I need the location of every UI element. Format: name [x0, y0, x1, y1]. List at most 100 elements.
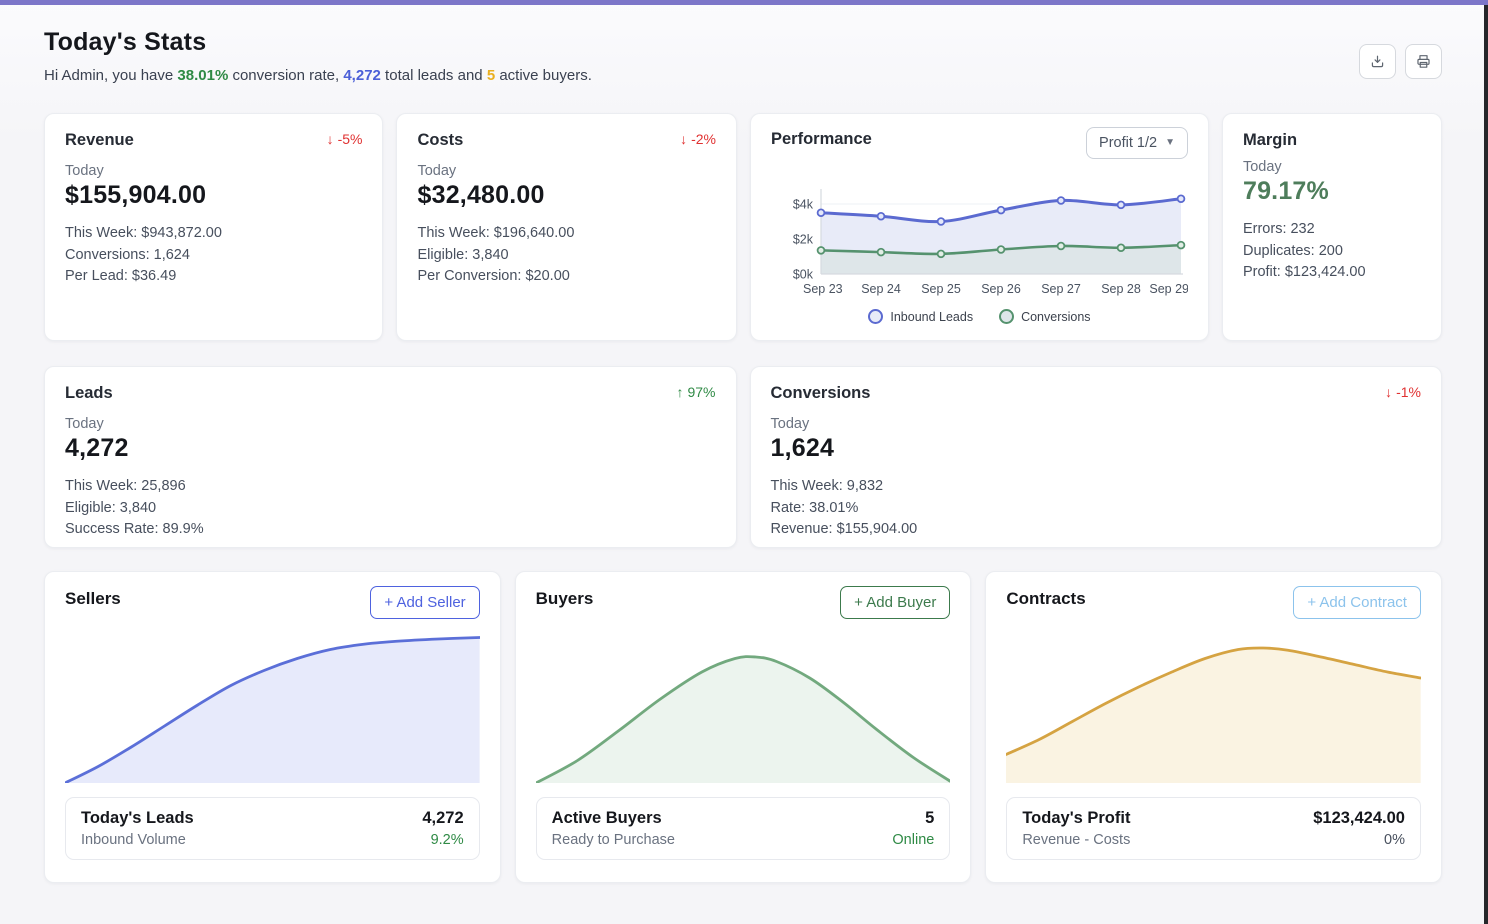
subtitle-text: active buyers.: [495, 67, 592, 84]
detail-line: Errors: 232: [1243, 219, 1421, 241]
conversions-change-badge: ↓-1%: [1385, 384, 1421, 400]
contracts-card-title: Contracts: [1006, 589, 1085, 609]
top-accent-bar: [0, 0, 1488, 5]
costs-card-title: Costs: [417, 131, 463, 150]
dashboard: Today's Stats Hi Admin, you have 38.01% …: [0, 0, 1488, 883]
svg-text:Sep 25: Sep 25: [921, 282, 961, 296]
stats-row-2: Leads ↑97% Today 4,272 This Week: 25,896…: [44, 366, 1442, 548]
summary-subvalue: Online: [892, 832, 934, 848]
margin-today-value: 79.17%: [1243, 177, 1421, 206]
detail-line: Eligible: 3,840: [65, 498, 716, 520]
badge-value: -2%: [691, 131, 716, 147]
detail-line: Eligible: 3,840: [417, 245, 715, 267]
header-actions: [1359, 44, 1442, 79]
conversion-rate-value: 38.01%: [177, 67, 228, 84]
leads-change-badge: ↑97%: [676, 384, 715, 400]
print-icon: [1415, 53, 1432, 70]
detail-line: Conversions: 1,624: [65, 245, 362, 267]
summary-subvalue: 9.2%: [431, 832, 464, 848]
svg-text:$0k: $0k: [793, 268, 814, 282]
svg-text:Sep 24: Sep 24: [861, 282, 901, 296]
leads-card: Leads ↑97% Today 4,272 This Week: 25,896…: [44, 366, 737, 548]
buyers-summary: Active Buyers 5 Ready to Purchase Online: [536, 797, 951, 860]
detail-line: This Week: $943,872.00: [65, 223, 362, 245]
arrow-down-icon: ↓: [327, 131, 334, 147]
legend-label: Conversions: [1021, 310, 1090, 324]
costs-details: This Week: $196,640.00 Eligible: 3,840 P…: [417, 223, 715, 288]
buyers-card-title: Buyers: [536, 589, 594, 609]
detail-line: Profit: $123,424.00: [1243, 262, 1421, 284]
period-label: Today: [1243, 159, 1421, 175]
badge-value: 97%: [687, 384, 715, 400]
subtitle-text: total leads and: [381, 67, 487, 84]
conversions-card-title: Conversions: [771, 384, 871, 403]
detail-line: This Week: $196,640.00: [417, 223, 715, 245]
chevron-down-icon: ▼: [1165, 138, 1175, 148]
margin-card: Margin Today 79.17% Errors: 232 Duplicat…: [1222, 113, 1442, 341]
stats-row-3: Sellers + Add Seller Today's Leads 4,272…: [44, 571, 1442, 883]
sellers-summary: Today's Leads 4,272 Inbound Volume 9.2%: [65, 797, 480, 860]
detail-line: Duplicates: 200: [1243, 241, 1421, 263]
download-button[interactable]: [1359, 44, 1396, 79]
total-leads-value: 4,272: [343, 67, 381, 84]
dropdown-label: Profit 1/2: [1099, 135, 1157, 151]
leads-today-value: 4,272: [65, 434, 716, 463]
leads-details: This Week: 25,896 Eligible: 3,840 Succes…: [65, 476, 716, 541]
badge-value: -5%: [338, 131, 363, 147]
subtitle-text: Hi Admin, you have: [44, 67, 177, 84]
svg-text:Sep 23: Sep 23: [803, 282, 843, 296]
badge-value: -1%: [1396, 384, 1421, 400]
window-edge: [1484, 0, 1488, 924]
active-buyers-value: 5: [487, 67, 495, 84]
performance-card: Performance Profit 1/2 ▼ $0k$2k$4kSep 23…: [750, 113, 1209, 341]
arrow-down-icon: ↓: [1385, 384, 1392, 400]
costs-card: Costs ↓-2% Today $32,480.00 This Week: $…: [396, 113, 736, 341]
subtitle-text: conversion rate,: [228, 67, 343, 84]
add-contract-button[interactable]: + Add Contract: [1293, 586, 1421, 619]
summary-value: $123,424.00: [1313, 809, 1405, 828]
print-button[interactable]: [1405, 44, 1442, 79]
summary-title: Active Buyers: [552, 809, 662, 828]
detail-line: Revenue: $155,904.00: [771, 519, 1422, 541]
sellers-card: Sellers + Add Seller Today's Leads 4,272…: [44, 571, 501, 883]
detail-line: Rate: 38.01%: [771, 498, 1422, 520]
revenue-today-value: $155,904.00: [65, 181, 362, 210]
summary-subvalue: 0%: [1384, 832, 1405, 848]
add-buyer-button[interactable]: + Add Buyer: [840, 586, 950, 619]
revenue-card-title: Revenue: [65, 131, 134, 150]
detail-line: Per Lead: $36.49: [65, 266, 362, 288]
costs-change-badge: ↓-2%: [680, 131, 716, 147]
period-label: Today: [771, 416, 1422, 432]
performance-chart: $0k$2k$4kSep 23Sep 24Sep 25Sep 26Sep 27S…: [771, 169, 1188, 304]
costs-today-value: $32,480.00: [417, 181, 715, 210]
performance-card-title: Performance: [771, 130, 872, 149]
summary-subtitle: Inbound Volume: [81, 832, 186, 848]
stats-row-1: Revenue ↓-5% Today $155,904.00 This Week…: [44, 113, 1442, 341]
svg-text:Sep 27: Sep 27: [1041, 282, 1081, 296]
svg-text:Sep 28: Sep 28: [1101, 282, 1141, 296]
legend-swatch: [868, 309, 883, 324]
summary-title: Today's Leads: [81, 809, 194, 828]
summary-title: Today's Profit: [1022, 809, 1130, 828]
margin-card-title: Margin: [1243, 131, 1297, 150]
period-label: Today: [65, 163, 362, 179]
summary-value: 4,272: [422, 809, 463, 828]
legend-item[interactable]: Inbound Leads: [868, 309, 973, 324]
detail-line: Success Rate: 89.9%: [65, 519, 716, 541]
revenue-details: This Week: $943,872.00 Conversions: 1,62…: [65, 223, 362, 288]
header-text: Today's Stats Hi Admin, you have 38.01% …: [44, 28, 592, 84]
add-seller-button[interactable]: + Add Seller: [370, 586, 479, 619]
legend-label: Inbound Leads: [890, 310, 973, 324]
svg-text:Sep 29: Sep 29: [1149, 282, 1188, 296]
summary-value: 5: [925, 809, 934, 828]
conversions-today-value: 1,624: [771, 434, 1422, 463]
arrow-down-icon: ↓: [680, 131, 687, 147]
profit-dropdown[interactable]: Profit 1/2 ▼: [1086, 127, 1188, 159]
page-header: Today's Stats Hi Admin, you have 38.01% …: [44, 28, 1442, 84]
contracts-card: Contracts + Add Contract Today's Profit …: [985, 571, 1442, 883]
conversions-details: This Week: 9,832 Rate: 38.01% Revenue: $…: [771, 476, 1422, 541]
contracts-summary: Today's Profit $123,424.00 Revenue - Cos…: [1006, 797, 1421, 860]
download-icon: [1369, 53, 1386, 70]
leads-card-title: Leads: [65, 384, 113, 403]
legend-item[interactable]: Conversions: [999, 309, 1090, 324]
